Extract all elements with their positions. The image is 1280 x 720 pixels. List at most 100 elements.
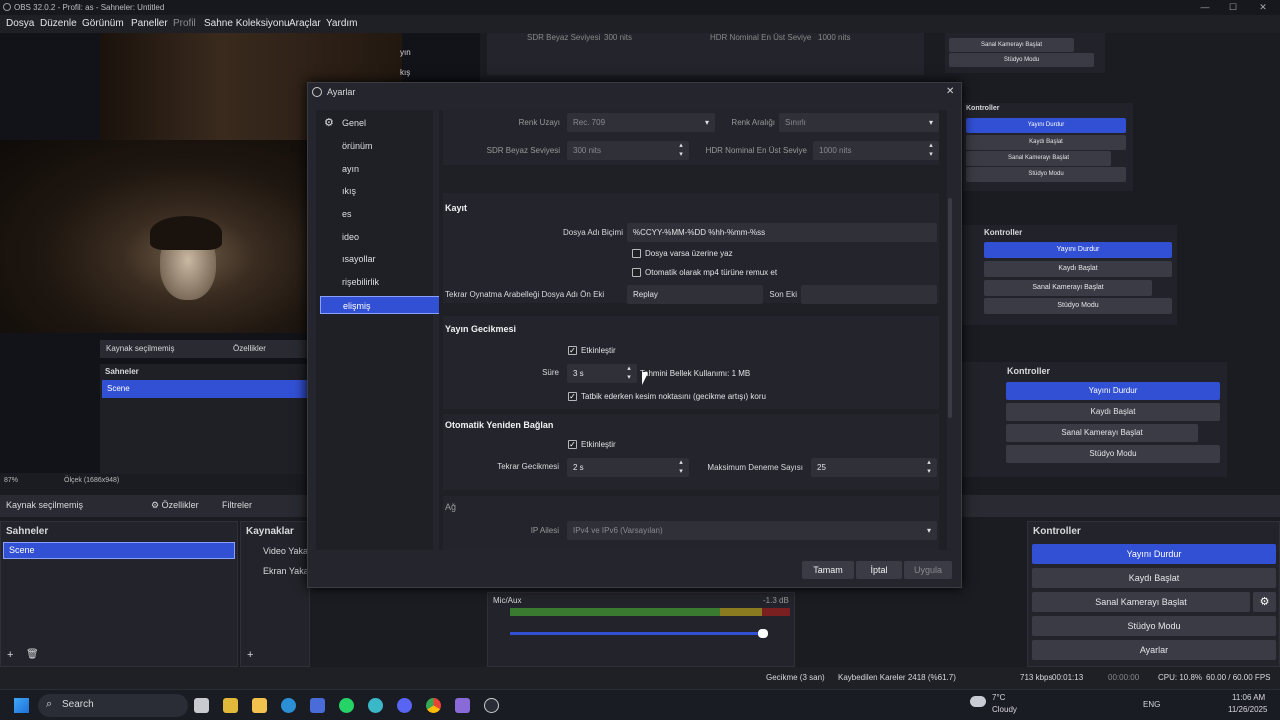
- filters-button[interactable]: Filtreler: [222, 500, 252, 510]
- nested-record-button[interactable]: Kaydı Başlat: [1006, 403, 1220, 421]
- obs-taskbar-icon[interactable]: [484, 698, 499, 713]
- add-scene-button[interactable]: +: [7, 649, 13, 661]
- scenes-dock: Sahneler Scene + 🗑: [0, 521, 238, 667]
- edge-icon[interactable]: [281, 698, 296, 713]
- color-space-select[interactable]: Rec. 709 ▾: [567, 113, 715, 132]
- remove-scene-icon[interactable]: 🗑: [26, 649, 39, 660]
- menu-tools[interactable]: Araçlar: [289, 15, 321, 33]
- bg-hdr-panel: SDR Beyaz Seviyesi 300 nits HDR Nominal …: [487, 33, 924, 75]
- sidebar-item-appearance[interactable]: örünüm: [320, 137, 440, 155]
- nested-virtualcam-button[interactable]: Sanal Kamerayı Başlat: [949, 38, 1074, 52]
- properties-button[interactable]: ⚙ Özellikler: [151, 500, 199, 511]
- ip-family-select[interactable]: IPv4 ve IPv6 (Varsayılan) ▾: [567, 521, 937, 540]
- spin-arrows-icon: ▴ ▾: [679, 459, 683, 475]
- preserve-checkbox[interactable]: ✓: [568, 392, 577, 401]
- sidebar-item-label: örünüm: [342, 141, 373, 151]
- nested-studio-button[interactable]: Stüdyo Modu: [966, 167, 1126, 182]
- virtual-camera-gear-icon[interactable]: ⚙: [1253, 592, 1276, 612]
- stop-stream-button[interactable]: Yayını Durdur: [1032, 544, 1276, 564]
- nested-record-button[interactable]: Kaydı Başlat: [984, 261, 1172, 277]
- color-range-select[interactable]: Sınırlı ▾: [779, 113, 939, 132]
- menu-docks[interactable]: Paneller: [131, 15, 168, 33]
- bg-sdr-value: 300 nits: [604, 33, 633, 42]
- hdr-spinbox[interactable]: 1000 nits ▴ ▾: [813, 141, 939, 160]
- scene-item[interactable]: Scene: [3, 542, 235, 559]
- add-source-button[interactable]: +: [247, 649, 253, 661]
- nested-virtualcam-button[interactable]: Sanal Kamerayı Başlat: [984, 280, 1152, 296]
- canvas-scale: Ölçek (1686x948): [64, 477, 120, 484]
- nested-controls-b: Kontroller Yayını Durdur Kaydı Başlat Sa…: [963, 103, 1133, 191]
- nested-virtualcam-button[interactable]: Sanal Kamerayı Başlat: [1006, 424, 1198, 442]
- nested-virtualcam-button[interactable]: Sanal Kamerayı Başlat: [966, 151, 1111, 166]
- nested-scene-item[interactable]: Scene: [102, 380, 307, 398]
- delay-enable-checkbox[interactable]: ✓: [568, 346, 577, 355]
- max-retries-spinbox[interactable]: 25 ▴ ▾: [811, 458, 937, 477]
- menu-edit[interactable]: Düzenle: [40, 15, 77, 33]
- menu-help[interactable]: Yardım: [326, 15, 358, 33]
- nested-stop-stream-button[interactable]: Yayını Durdur: [984, 242, 1172, 258]
- volume-slider[interactable]: [510, 632, 766, 635]
- nested-record-button[interactable]: Kaydı Başlat: [966, 135, 1126, 150]
- app-icon[interactable]: [368, 698, 383, 713]
- chrome-icon[interactable]: [426, 698, 441, 713]
- studio-mode-button[interactable]: Stüdyo Modu: [1032, 616, 1276, 636]
- whatsapp-icon[interactable]: [339, 698, 354, 713]
- sidebar-item-hotkeys[interactable]: ısayollar: [320, 250, 440, 268]
- overwrite-checkbox[interactable]: [632, 249, 641, 258]
- duration-spinbox[interactable]: 3 s ▴ ▾: [567, 364, 637, 383]
- nested-controls-c: Kontroller Yayını Durdur Kaydı Başlat Sa…: [962, 225, 1177, 325]
- replay-prefix-input[interactable]: Replay: [627, 285, 763, 304]
- filename-format-input[interactable]: %CCYY-%MM-%DD %hh-%mm-%ss: [627, 223, 937, 242]
- task-view-icon[interactable]: [194, 698, 209, 713]
- settings-sidebar: ⚙ Genel örünüm ayın ıkış es ideo ısayolla…: [316, 110, 440, 550]
- max-retries-value: 25: [817, 463, 826, 472]
- menu-scene-collection[interactable]: Sahne Koleksiyonu: [204, 15, 290, 33]
- sidebar-item-output[interactable]: ıkış: [320, 182, 440, 200]
- windows-start-icon[interactable]: [14, 698, 29, 713]
- app-icon[interactable]: [455, 698, 470, 713]
- nested-stop-stream-button[interactable]: Yayını Durdur: [966, 118, 1126, 133]
- hdr-label: HDR Nominal En Üst Seviye: [705, 146, 807, 155]
- windows-taskbar: ⌕ Search 7°C Cloudy ENG 11:06 AM 11/26/2…: [0, 689, 1280, 720]
- nested-studio-button[interactable]: Stüdyo Modu: [984, 298, 1172, 314]
- file-explorer-icon[interactable]: [252, 698, 267, 713]
- settings-scrollbar[interactable]: [948, 198, 952, 418]
- remux-checkbox[interactable]: [632, 268, 641, 277]
- app-icon[interactable]: [223, 698, 238, 713]
- sidebar-item-video[interactable]: ideo: [320, 228, 440, 246]
- sdr-spinbox[interactable]: 300 nits ▴ ▾: [567, 141, 689, 160]
- maximize-button[interactable]: ☐: [1220, 0, 1246, 15]
- sidebar-item-audio[interactable]: es: [320, 205, 440, 223]
- dialog-close-button[interactable]: ✕: [946, 83, 954, 101]
- chevron-down-icon: ▾: [704, 118, 709, 127]
- store-icon[interactable]: [310, 698, 325, 713]
- nested-studio-button[interactable]: Stüdyo Modu: [949, 53, 1094, 67]
- language-indicator[interactable]: ENG: [1143, 700, 1160, 709]
- nested-scenes-panel: Sahneler Scene: [100, 364, 307, 474]
- discord-icon[interactable]: [397, 698, 412, 713]
- cancel-button[interactable]: İptal: [856, 561, 902, 579]
- ok-button[interactable]: Tamam: [802, 561, 854, 579]
- start-recording-button[interactable]: Kaydı Başlat: [1032, 568, 1276, 588]
- menu-profile[interactable]: Profil: [173, 15, 196, 33]
- nested-properties-button[interactable]: Özellikler: [233, 344, 266, 353]
- nested-controls-d: Kontroller Yayını Durdur Kaydı Başlat Sa…: [962, 362, 1227, 477]
- volume-slider-handle[interactable]: [758, 629, 768, 638]
- minimize-button[interactable]: —: [1192, 0, 1218, 15]
- sidebar-item-advanced[interactable]: elişmiş: [320, 296, 440, 314]
- retry-delay-spinbox[interactable]: 2 s ▴ ▾: [567, 458, 689, 477]
- start-virtual-camera-button[interactable]: Sanal Kamerayı Başlat: [1032, 592, 1250, 612]
- sidebar-item-stream[interactable]: ayın: [320, 160, 440, 178]
- sidebar-item-general[interactable]: ⚙ Genel: [320, 114, 440, 132]
- sidebar-item-accessibility[interactable]: rişebilirlik: [320, 273, 440, 291]
- nested-studio-button[interactable]: Stüdyo Modu: [1006, 445, 1220, 463]
- reconnect-enable-checkbox[interactable]: ✓: [568, 440, 577, 449]
- menu-view[interactable]: Görünüm: [82, 15, 124, 33]
- suffix-input[interactable]: [801, 285, 937, 304]
- taskbar-search[interactable]: ⌕ Search: [38, 694, 188, 717]
- apply-button[interactable]: Uygula: [904, 561, 952, 579]
- menu-file[interactable]: Dosya: [6, 15, 34, 33]
- nested-stop-stream-button[interactable]: Yayını Durdur: [1006, 382, 1220, 400]
- settings-button[interactable]: Ayarlar: [1032, 640, 1276, 660]
- close-button[interactable]: ✕: [1250, 0, 1276, 15]
